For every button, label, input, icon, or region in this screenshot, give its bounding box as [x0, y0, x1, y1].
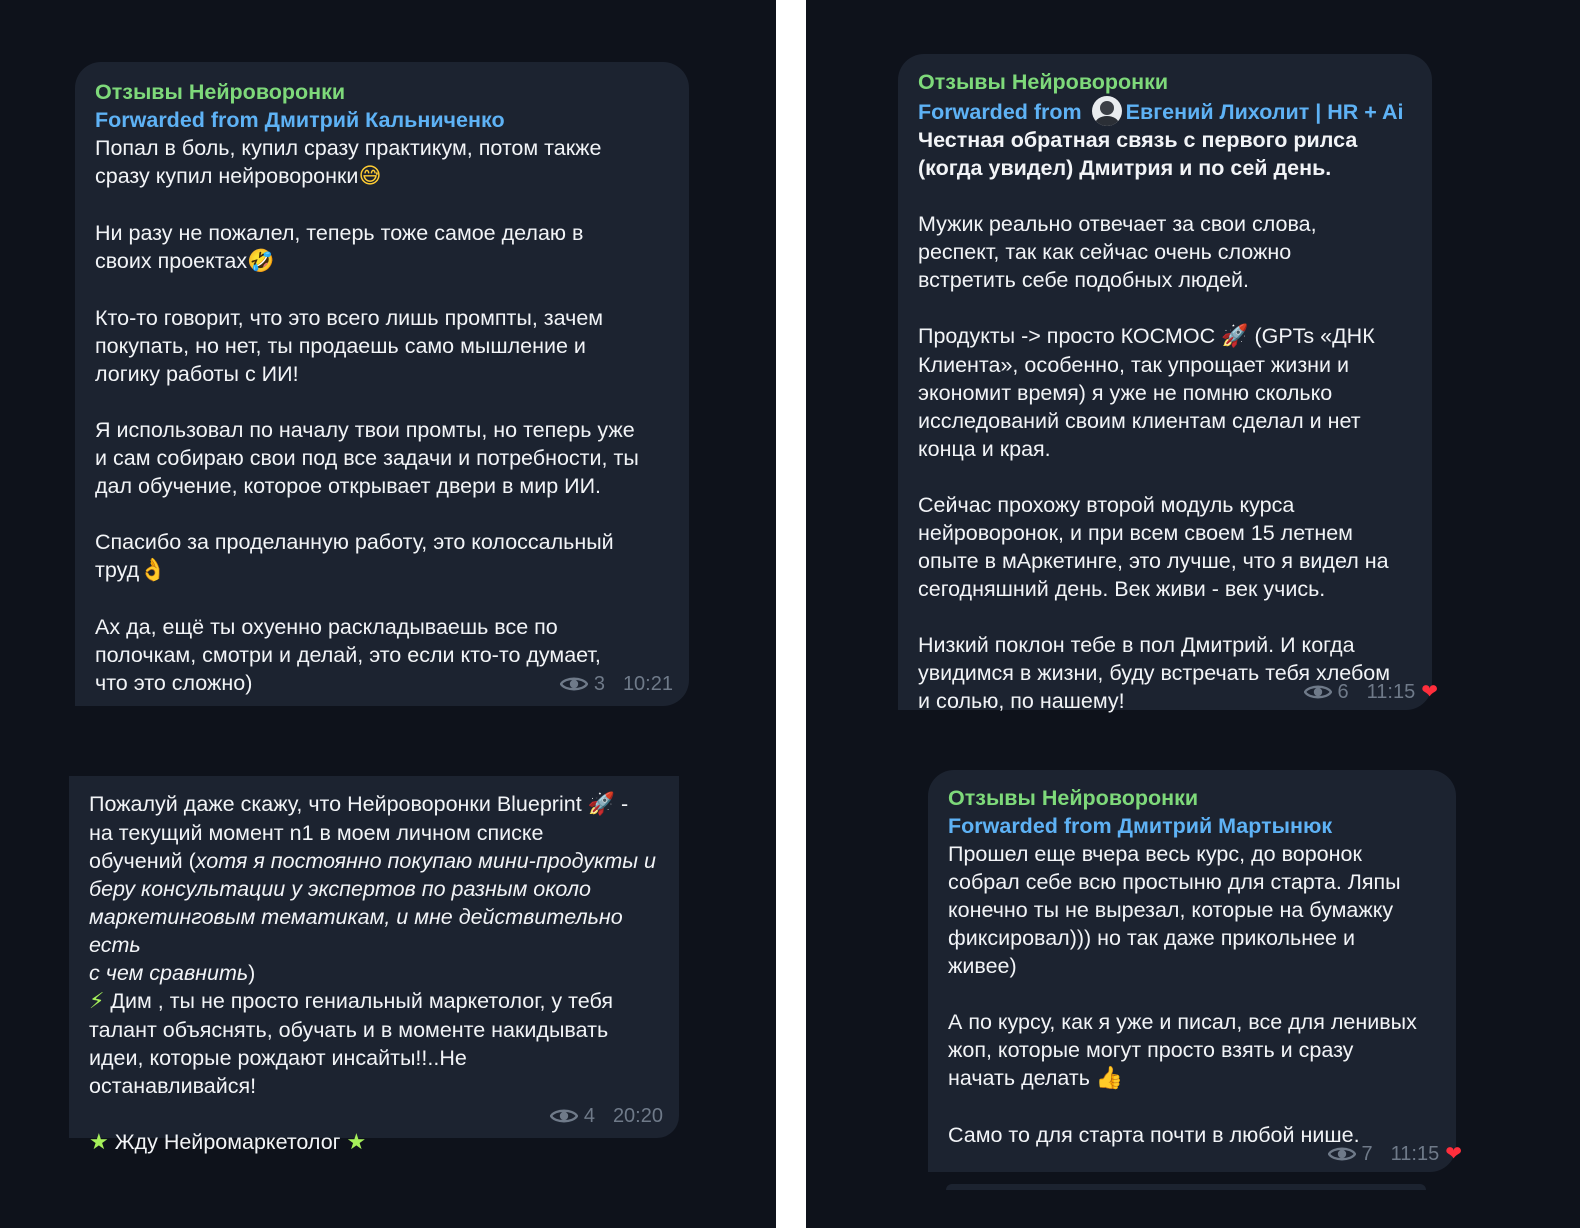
view-count: 3 [593, 673, 605, 695]
star-emoji-icon: ★ [346, 1130, 367, 1155]
channel-name[interactable]: Отзывы Нейроворонки [95, 78, 669, 106]
message-text: Честная обратная связь с первого рилса (… [918, 128, 1391, 713]
message-text: Попал в боль, купил сразу практикум, пот… [95, 136, 639, 695]
view-count: 4 [583, 1105, 595, 1127]
forwarded-from-link[interactable]: Forwarded from Евгений Лихолит | HR + Ai [918, 96, 1412, 126]
view-count: 6 [1337, 681, 1349, 703]
eye-icon [1303, 683, 1332, 701]
avatar [1091, 96, 1122, 126]
channel-name[interactable]: Отзывы Нейроворонки [948, 784, 1436, 812]
right-panel: Отзывы Нейроворонки Forwarded from Евген… [806, 0, 1580, 1228]
rocket-emoji-icon: 🚀 [1221, 324, 1249, 349]
star-emoji-icon: ★ [89, 1130, 109, 1155]
channel-name[interactable]: Отзывы Нейроворонки [918, 68, 1412, 96]
eye-icon [549, 1107, 578, 1125]
message-bubble-kalnichenko[interactable]: Отзывы Нейроворонки Forwarded from Дмитр… [75, 62, 689, 706]
rofl-emoji-icon: 🤣 [247, 249, 275, 274]
message-time: 20:20 [612, 1105, 663, 1127]
message-meta: 7 11:15 ❤ [1327, 1140, 1462, 1168]
message-text: Прошел еще вчера весь курс, до воронок с… [948, 842, 1417, 1147]
view-count: 7 [1361, 1143, 1373, 1165]
heart-reaction-icon[interactable]: ❤ [1421, 682, 1438, 702]
message-bubble-martynyuk[interactable]: Отзывы Нейроворонки Forwarded from Дмитр… [928, 770, 1462, 1172]
message-bubble-blueprint[interactable]: Пожалуй даже скажу, что Нейроворонки Blu… [69, 776, 679, 1155]
message-time: 11:15 [1366, 681, 1416, 703]
left-panel: Отзывы Нейроворонки Forwarded from Дмитр… [0, 0, 776, 1228]
heart-reaction-icon[interactable]: ❤ [1445, 1144, 1462, 1164]
message-meta: 6 11:15 ❤ [1303, 678, 1438, 706]
thumbs-up-emoji-icon: 👍 [1095, 1066, 1124, 1091]
message-meta: 3 10:21 [559, 670, 673, 698]
eye-icon [559, 675, 588, 693]
sweat-smile-emoji-icon: 😅 [358, 164, 382, 189]
message-time: 10:21 [622, 673, 673, 695]
message-time: 11:15 [1390, 1143, 1440, 1165]
ok-hand-emoji-icon: 👌 [139, 558, 167, 583]
message-meta: 4 20:20 [549, 1102, 663, 1130]
next-message-edge [946, 1184, 1426, 1190]
message-bubble-likholit[interactable]: Отзывы Нейроворонки Forwarded from Евген… [898, 54, 1438, 713]
eye-icon [1327, 1145, 1356, 1163]
lightning-emoji-icon: ⚡ [89, 989, 105, 1014]
forwarded-from-link[interactable]: Forwarded from Дмитрий Мартынюк [948, 812, 1436, 840]
rocket-emoji-icon: 🚀 [587, 792, 616, 817]
forwarded-from-link[interactable]: Forwarded from Дмитрий Кальниченко [95, 106, 669, 134]
